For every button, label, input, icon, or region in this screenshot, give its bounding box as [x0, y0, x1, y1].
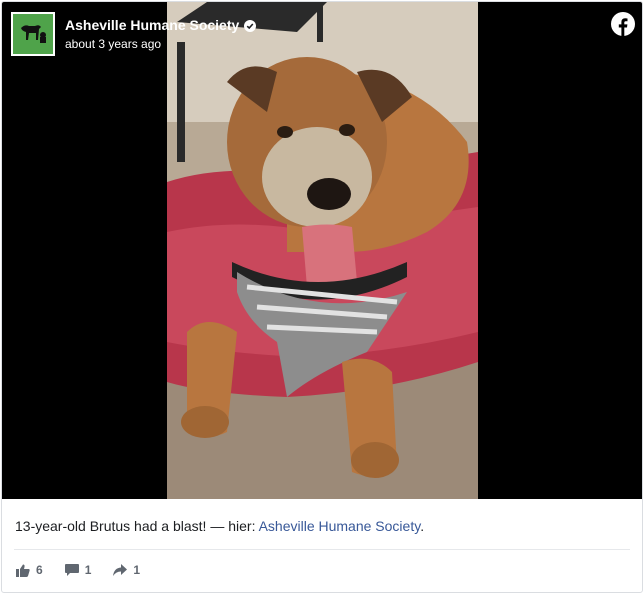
- post-media[interactable]: Asheville Humane Society about 3 years a…: [2, 2, 642, 499]
- divider: [14, 549, 630, 550]
- page-name-row: Asheville Humane Society: [65, 17, 257, 34]
- caption-text: 13-year-old Brutus had a blast! — hier:: [15, 518, 259, 534]
- verified-badge-icon: [244, 19, 257, 32]
- caption-end: .: [420, 518, 425, 534]
- comments-stat[interactable]: 1: [64, 563, 92, 577]
- comments-count: 1: [84, 563, 92, 577]
- comment-icon: [64, 563, 79, 576]
- post-header: Asheville Humane Society about 3 years a…: [11, 11, 257, 57]
- shares-count: 1: [133, 563, 141, 577]
- page-name-link[interactable]: Asheville Humane Society: [65, 17, 239, 34]
- post-timestamp-link[interactable]: about 3 years ago: [65, 36, 256, 52]
- facebook-icon[interactable]: [611, 12, 635, 36]
- post-caption: 13-year-old Brutus had a blast! — hier: …: [15, 517, 424, 535]
- dog-photo[interactable]: [167, 2, 478, 499]
- page-avatar[interactable]: [11, 12, 55, 56]
- share-arrow-icon: [113, 563, 128, 576]
- dog-and-cat-logo-icon: [17, 18, 49, 51]
- caption-page-link[interactable]: Asheville Humane Society: [259, 518, 421, 534]
- shares-stat[interactable]: 1: [113, 563, 140, 577]
- likes-count: 6: [36, 563, 43, 577]
- facebook-post-embed: Asheville Humane Society about 3 years a…: [1, 1, 643, 593]
- likes-stat[interactable]: 6: [16, 563, 43, 577]
- dog-photo-illustration: [167, 2, 478, 499]
- thumbs-up-icon: [16, 564, 30, 577]
- post-stats: 6 1 1: [16, 563, 162, 577]
